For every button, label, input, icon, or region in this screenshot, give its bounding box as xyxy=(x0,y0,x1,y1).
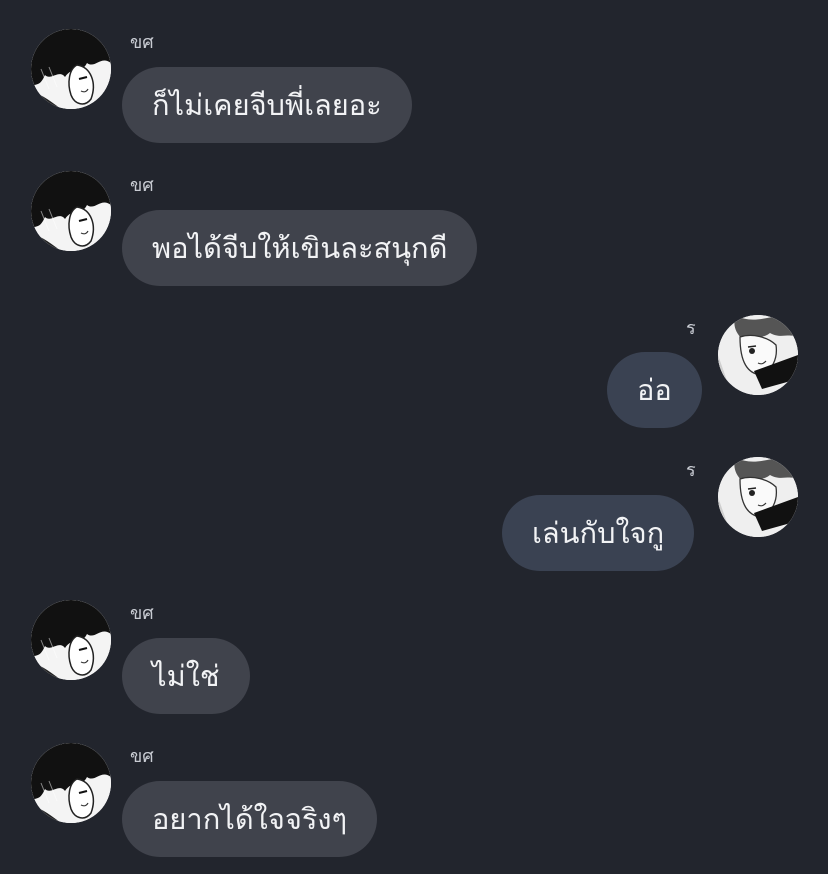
message-bubble[interactable]: เล่นกับใจกู xyxy=(502,495,695,571)
message-bubble[interactable]: อยากได้ใจจริงๆ xyxy=(122,781,378,857)
chat-screen: ขศ ก็ไม่เคยจีบพี่เลยอะ ขศ พอได้จีบให้เขิ… xyxy=(0,0,828,874)
dark-haired-character-avatar-icon[interactable] xyxy=(31,600,111,680)
sender-name: ขศ xyxy=(130,746,154,767)
manga-character-avatar-icon[interactable] xyxy=(718,457,798,537)
dark-haired-character-avatar-icon[interactable] xyxy=(31,743,111,823)
manga-character-avatar-icon[interactable] xyxy=(718,315,798,395)
message-bubble[interactable]: อ่อ xyxy=(607,352,702,428)
dark-haired-character-avatar-icon[interactable] xyxy=(31,29,111,109)
message-bubble[interactable]: ไม่ใช่ xyxy=(122,638,250,714)
sender-name: ขศ xyxy=(130,32,154,53)
sender-name: ร xyxy=(686,460,696,481)
message-bubble[interactable]: ก็ไม่เคยจีบพี่เลยอะ xyxy=(122,67,412,143)
sender-name: ขศ xyxy=(130,175,154,196)
message-bubble[interactable]: พอได้จีบให้เขินละสนุกดี xyxy=(122,210,478,286)
dark-haired-character-avatar-icon[interactable] xyxy=(31,171,111,251)
sender-name: ร xyxy=(686,318,696,339)
sender-name: ขศ xyxy=(130,603,154,624)
